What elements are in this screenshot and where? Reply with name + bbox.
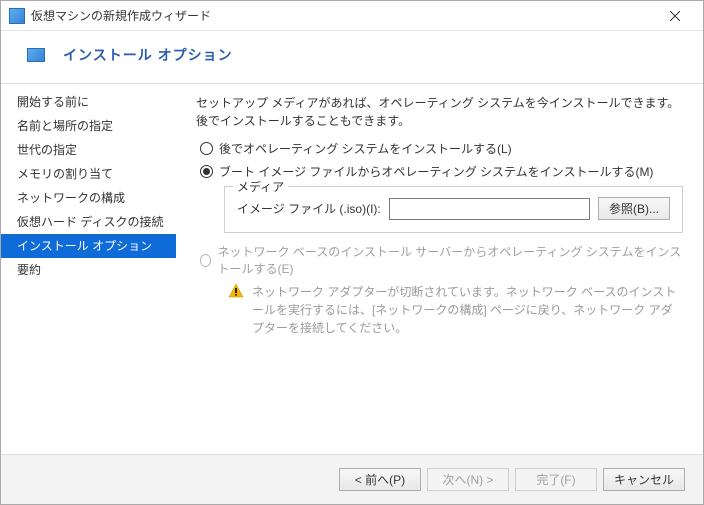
sidebar-item-summary[interactable]: 要約 [1, 258, 176, 282]
sidebar-item-name-location[interactable]: 名前と場所の指定 [1, 114, 176, 138]
page-header: インストール オプション [1, 31, 703, 83]
close-icon [670, 11, 680, 21]
close-button[interactable] [655, 2, 695, 30]
radio-install-network: ネットワーク ベースのインストール サーバーからオペレーティング システムをイン… [200, 243, 683, 277]
titlebar: 仮想マシンの新規作成ウィザード [1, 1, 703, 31]
cancel-button[interactable]: キャンセル [603, 468, 685, 491]
warning-icon [228, 283, 244, 299]
network-warning: ネットワーク アダプターが切断されています。ネットワーク ベースのインストールを… [228, 283, 683, 337]
content-pane: セットアップ メディアがあれば、オペレーティング システムを今インストールできま… [176, 84, 703, 454]
wizard-window: 仮想マシンの新規作成ウィザード インストール オプション 開始する前に 名前と場… [0, 0, 704, 505]
window-title: 仮想マシンの新規作成ウィザード [31, 7, 655, 24]
browse-button[interactable]: 参照(B)... [598, 197, 670, 220]
page-title: インストール オプション [63, 45, 233, 65]
media-group-label: メディア [233, 178, 288, 195]
network-warning-text: ネットワーク アダプターが切断されています。ネットワーク ベースのインストールを… [252, 283, 683, 337]
radio-icon [200, 254, 211, 267]
finish-button: 完了(F) [515, 468, 597, 491]
radio-icon [200, 165, 213, 178]
wizard-icon [27, 48, 45, 62]
sidebar-item-memory[interactable]: メモリの割り当て [1, 162, 176, 186]
radio-install-later[interactable]: 後でオペレーティング システムをインストールする(L) [200, 140, 683, 157]
radio-icon [200, 142, 213, 155]
window-icon [9, 8, 25, 24]
next-button: 次へ(N) > [427, 468, 509, 491]
radio-install-network-label: ネットワーク ベースのインストール サーバーからオペレーティング システムをイン… [217, 243, 683, 277]
iso-label: イメージ ファイル (.iso)(I): [237, 200, 381, 217]
sidebar-item-network[interactable]: ネットワークの構成 [1, 186, 176, 210]
sidebar: 開始する前に 名前と場所の指定 世代の指定 メモリの割り当て ネットワークの構成… [1, 84, 176, 454]
radio-install-later-label: 後でオペレーティング システムをインストールする(L) [219, 140, 512, 157]
sidebar-item-generation[interactable]: 世代の指定 [1, 138, 176, 162]
body: 開始する前に 名前と場所の指定 世代の指定 メモリの割り当て ネットワークの構成… [1, 83, 703, 454]
sidebar-item-vhd[interactable]: 仮想ハード ディスクの接続 [1, 210, 176, 234]
description-text: セットアップ メディアがあれば、オペレーティング システムを今インストールできま… [196, 94, 683, 130]
footer: < 前へ(P) 次へ(N) > 完了(F) キャンセル [1, 454, 703, 504]
iso-field-row: イメージ ファイル (.iso)(I): 参照(B)... [237, 197, 670, 220]
media-group: メディア イメージ ファイル (.iso)(I): 参照(B)... [224, 186, 683, 233]
sidebar-item-before-begin[interactable]: 開始する前に [1, 90, 176, 114]
iso-path-input[interactable] [389, 198, 590, 220]
sidebar-item-install-options[interactable]: インストール オプション [1, 234, 176, 258]
back-button[interactable]: < 前へ(P) [339, 468, 421, 491]
